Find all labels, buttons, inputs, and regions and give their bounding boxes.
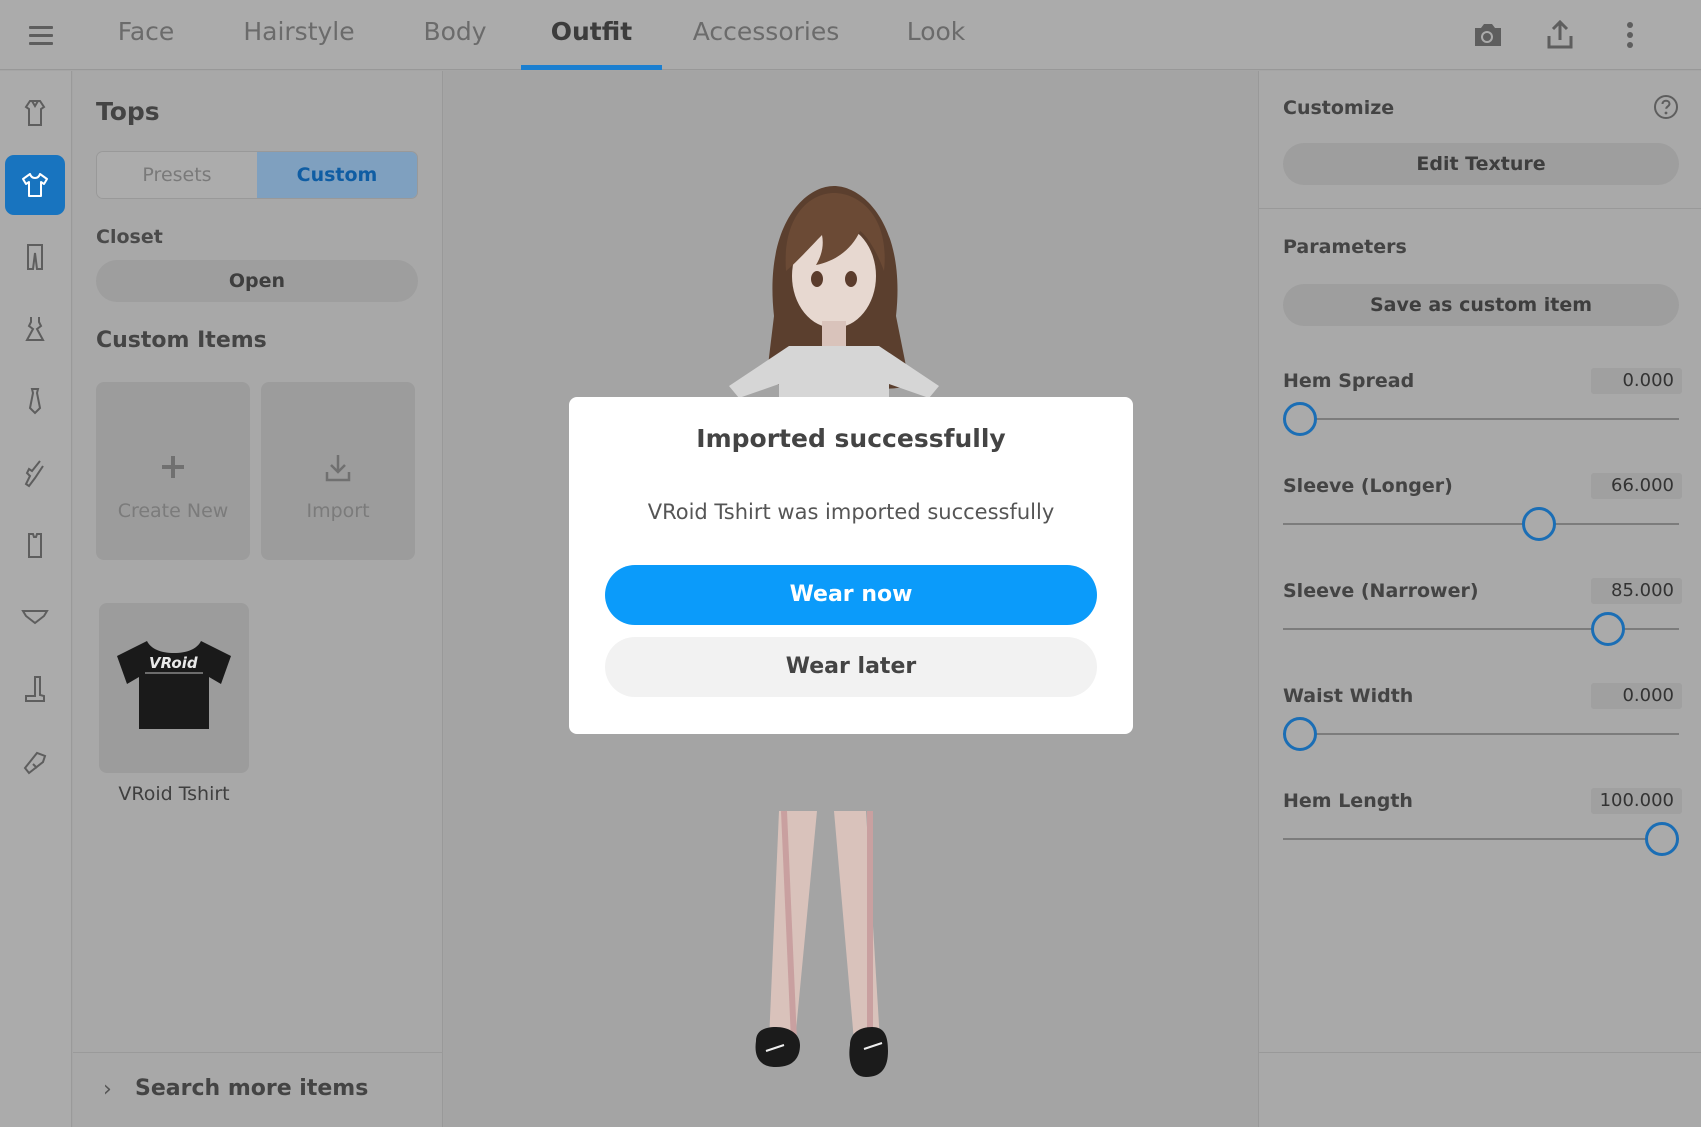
hamburger-menu-icon[interactable]: [26, 20, 56, 50]
underwear-icon: [21, 610, 49, 625]
category-rail: [0, 71, 72, 1127]
dialog-title: Imported successfully: [696, 424, 1006, 453]
slider-thumb[interactable]: [1590, 612, 1625, 646]
rail-onepiece[interactable]: [5, 299, 65, 359]
custom-items-title: Custom Items: [96, 328, 267, 353]
param-sleeve-longer-label: Sleeve (Longer): [1283, 475, 1453, 497]
tab-face[interactable]: Face: [98, 0, 194, 70]
rail-bottoms[interactable]: [5, 227, 65, 287]
rail-underwear[interactable]: [5, 587, 65, 647]
custom-item-vroid-tshirt[interactable]: VRoid: [99, 603, 249, 773]
rail-tops[interactable]: [5, 155, 65, 215]
socks-icon: [28, 533, 42, 558]
rail-gloves[interactable]: [5, 443, 65, 503]
preset-custom-toggle: Presets Custom: [96, 151, 418, 199]
closet-open-button[interactable]: Open: [96, 260, 418, 302]
closet-label: Closet: [96, 226, 163, 248]
rail-neck[interactable]: [5, 371, 65, 431]
param-sleeve-narrower-value[interactable]: 85.000: [1591, 578, 1682, 604]
onepiece-icon: [25, 317, 45, 341]
rail-outfit-set[interactable]: [5, 83, 65, 143]
more-vertical-icon[interactable]: [1610, 15, 1650, 55]
param-waist-width-value[interactable]: 0.000: [1591, 683, 1682, 709]
bottoms-icon: [27, 244, 43, 270]
tops-panel: Tops Presets Custom Closet Open Custom I…: [73, 71, 443, 1127]
hem-length-slider[interactable]: [1283, 822, 1679, 856]
hem-spread-slider[interactable]: [1283, 402, 1679, 436]
help-icon[interactable]: [1653, 94, 1679, 120]
tab-hairstyle[interactable]: Hairstyle: [232, 0, 366, 70]
neck-tie-icon: [28, 388, 42, 415]
rail-accessory[interactable]: [5, 731, 65, 791]
param-hem-length-value[interactable]: 100.000: [1591, 788, 1682, 814]
tab-look[interactable]: Look: [890, 0, 982, 70]
rail-socks[interactable]: [5, 515, 65, 575]
waist-width-slider[interactable]: [1283, 717, 1679, 751]
param-hem-spread-value[interactable]: 0.000: [1591, 368, 1682, 394]
customize-panel: Customize Edit Texture Parameters Save a…: [1258, 71, 1701, 1127]
search-more-link[interactable]: Search more items: [135, 1076, 368, 1101]
create-new-tile[interactable]: Create New: [96, 382, 250, 560]
rail-shoes[interactable]: [5, 659, 65, 719]
tops-icon: [22, 173, 48, 197]
tab-body[interactable]: Body: [412, 0, 498, 70]
slider-thumb[interactable]: [1283, 717, 1317, 751]
tab-accessories[interactable]: Accessories: [690, 0, 842, 70]
custom-tab[interactable]: Custom: [257, 152, 417, 198]
wear-later-button[interactable]: Wear later: [605, 637, 1097, 697]
param-hem-spread-label: Hem Spread: [1283, 370, 1415, 392]
top-bar: Face Hairstyle Body Outfit Accessories L…: [0, 0, 1701, 70]
edit-texture-button[interactable]: Edit Texture: [1283, 143, 1679, 185]
slider-thumb[interactable]: [1283, 402, 1317, 436]
parameters-label: Parameters: [1283, 236, 1407, 258]
sleeve-longer-slider[interactable]: [1283, 507, 1679, 541]
panel-title: Tops: [96, 97, 160, 126]
download-icon: [325, 455, 351, 482]
sleeve-narrower-slider[interactable]: [1283, 612, 1679, 646]
param-hem-length-label: Hem Length: [1283, 790, 1413, 812]
gloves-icon: [24, 460, 44, 488]
presets-tab[interactable]: Presets: [97, 152, 257, 198]
dialog-message: VRoid Tshirt was imported successfully: [647, 500, 1055, 524]
camera-icon[interactable]: [1467, 15, 1507, 55]
import-success-dialog: Imported successfully VRoid Tshirt was i…: [569, 397, 1133, 734]
import-tile[interactable]: Import: [261, 382, 415, 560]
param-sleeve-narrower-label: Sleeve (Narrower): [1283, 580, 1479, 602]
shoes-icon: [25, 676, 45, 702]
outfit-set-icon: [24, 100, 46, 126]
import-label: Import: [306, 500, 370, 522]
slider-thumb[interactable]: [1645, 822, 1679, 856]
slider-thumb[interactable]: [1521, 507, 1556, 541]
tshirt-logo-text: VRoid: [149, 654, 198, 672]
param-sleeve-longer-value[interactable]: 66.000: [1591, 473, 1682, 499]
wear-now-button[interactable]: Wear now: [605, 565, 1097, 625]
share-icon[interactable]: [1540, 15, 1580, 55]
search-more-row[interactable]: › Search more items: [73, 1052, 443, 1127]
create-new-label: Create New: [117, 500, 229, 522]
save-as-custom-button[interactable]: Save as custom item: [1283, 284, 1679, 326]
accessory-icon: [23, 751, 47, 775]
param-waist-width-label: Waist Width: [1283, 685, 1414, 707]
plus-icon: [162, 456, 184, 478]
chevron-right-icon: ›: [103, 1077, 112, 1102]
customize-label: Customize: [1283, 97, 1395, 119]
item-name: VRoid Tshirt: [118, 783, 230, 805]
tab-outfit[interactable]: Outfit: [521, 0, 662, 70]
tshirt-thumbnail: VRoid: [117, 641, 231, 729]
